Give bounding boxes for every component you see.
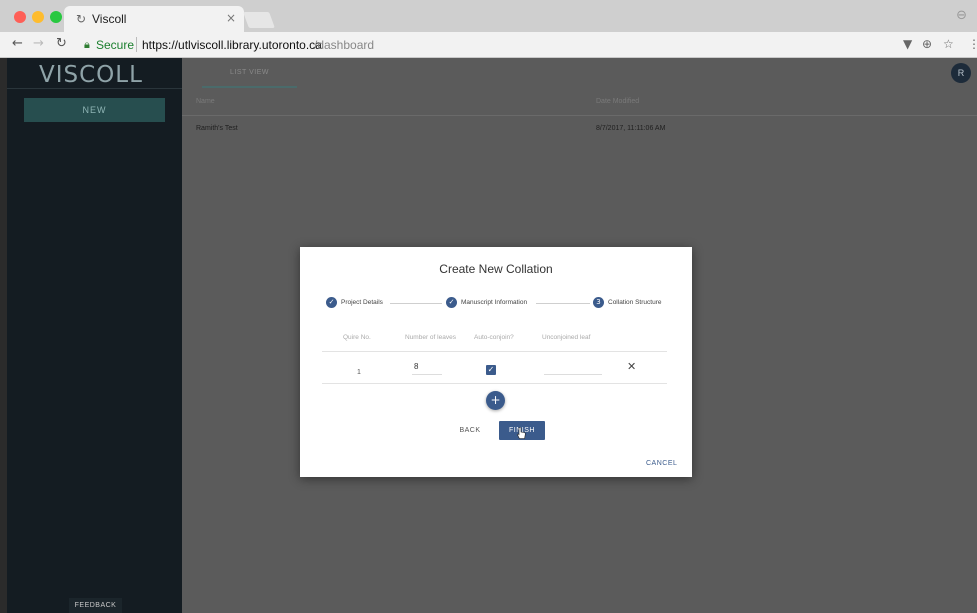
navigation-bar: ← → ↻ 🔒︎ Secure https://utlviscoll.libra… (0, 32, 977, 58)
lock-icon: 🔒︎ (84, 38, 90, 51)
stepper-connector (390, 303, 442, 304)
menu-icon[interactable]: ⋮ (968, 37, 977, 51)
feedback-button[interactable]: FEEDBACK (69, 598, 122, 613)
sidebar-divider (7, 88, 182, 89)
stepper-connector (536, 303, 590, 304)
table-divider (322, 351, 667, 352)
new-tab-button[interactable] (243, 12, 275, 28)
table-divider (182, 115, 977, 116)
zoom-icon[interactable]: ⊕ (922, 37, 932, 51)
column-header-name[interactable]: Name (196, 98, 215, 105)
forward-arrow-icon[interactable]: → (33, 36, 44, 51)
check-circle-icon: ✓ (326, 297, 337, 308)
column-header-date-modified[interactable]: Date Modified (596, 98, 639, 105)
tab-strip: ↻ Viscoll × ⊖ (0, 0, 977, 32)
close-window-button[interactable] (14, 11, 26, 23)
minimize-window-button[interactable] (32, 11, 44, 23)
url-host: https://utlviscoll.library.utoronto.ca (142, 38, 322, 52)
header-auto-conjoin: Auto-conjoin? (474, 334, 514, 341)
check-circle-icon: ✓ (446, 297, 457, 308)
step-label: Collation Structure (608, 299, 662, 306)
unconjoined-leaf-input[interactable] (544, 359, 602, 375)
project-name-cell[interactable]: Ramith's Test (196, 125, 238, 132)
address-bar[interactable]: 🔒︎ Secure https://utlviscoll.library.uto… (78, 35, 928, 55)
project-date-cell: 8/7/2017, 11:11:06 AM (596, 125, 666, 132)
tab-title: Viscoll (92, 12, 127, 26)
sidebar: VISCOLL NEW FEEDBACK (7, 58, 182, 613)
hand-pointer-icon (517, 427, 526, 439)
step-label: Project Details (341, 299, 383, 306)
address-separator (136, 37, 137, 52)
number-of-leaves-input[interactable] (412, 359, 442, 375)
back-button[interactable]: BACK (455, 424, 485, 438)
url-path: /dashboard (314, 38, 375, 52)
secure-label: Secure (96, 38, 135, 52)
auto-conjoin-checkbox[interactable]: ✓ (486, 365, 496, 375)
viscoll-logo: VISCOLL (39, 62, 143, 88)
cancel-button[interactable]: CANCEL (646, 460, 677, 467)
create-collation-dialog: Create New Collation ✓ Project Details ✓… (300, 247, 692, 477)
add-quire-button[interactable]: + (486, 391, 505, 410)
back-arrow-icon[interactable]: ← (12, 36, 23, 51)
new-project-button[interactable]: NEW (24, 98, 165, 122)
profile-icon[interactable]: ⊖ (956, 8, 967, 23)
reload-icon[interactable]: ↻ (56, 36, 67, 51)
star-icon[interactable]: ☆ (943, 37, 954, 51)
header-number-of-leaves: Number of leaves (405, 334, 456, 341)
browser-chrome: ↻ Viscoll × ⊖ ← → ↻ 🔒︎ Secure https://ut… (0, 0, 977, 58)
filter-icon[interactable]: ▼ (903, 37, 912, 51)
quire-number-cell: 1 (357, 369, 361, 376)
dialog-title: Create New Collation (439, 262, 553, 276)
header-unconjoined-leaf: Unconjoined leaf (542, 334, 591, 341)
tab-list-view[interactable]: LIST VIEW (202, 64, 297, 88)
user-avatar[interactable]: R (951, 63, 971, 83)
step-label: Manuscript Information (461, 299, 528, 306)
step-number-icon: 3 (593, 297, 604, 308)
table-divider (322, 383, 667, 384)
maximize-window-button[interactable] (50, 11, 62, 23)
remove-row-icon[interactable]: ✕ (627, 360, 636, 373)
header-quire-no: Quire No. (343, 334, 371, 341)
loading-icon: ↻ (76, 12, 87, 26)
browser-tab[interactable]: ↻ Viscoll × (64, 6, 244, 32)
tab-close-icon[interactable]: × (226, 11, 236, 25)
